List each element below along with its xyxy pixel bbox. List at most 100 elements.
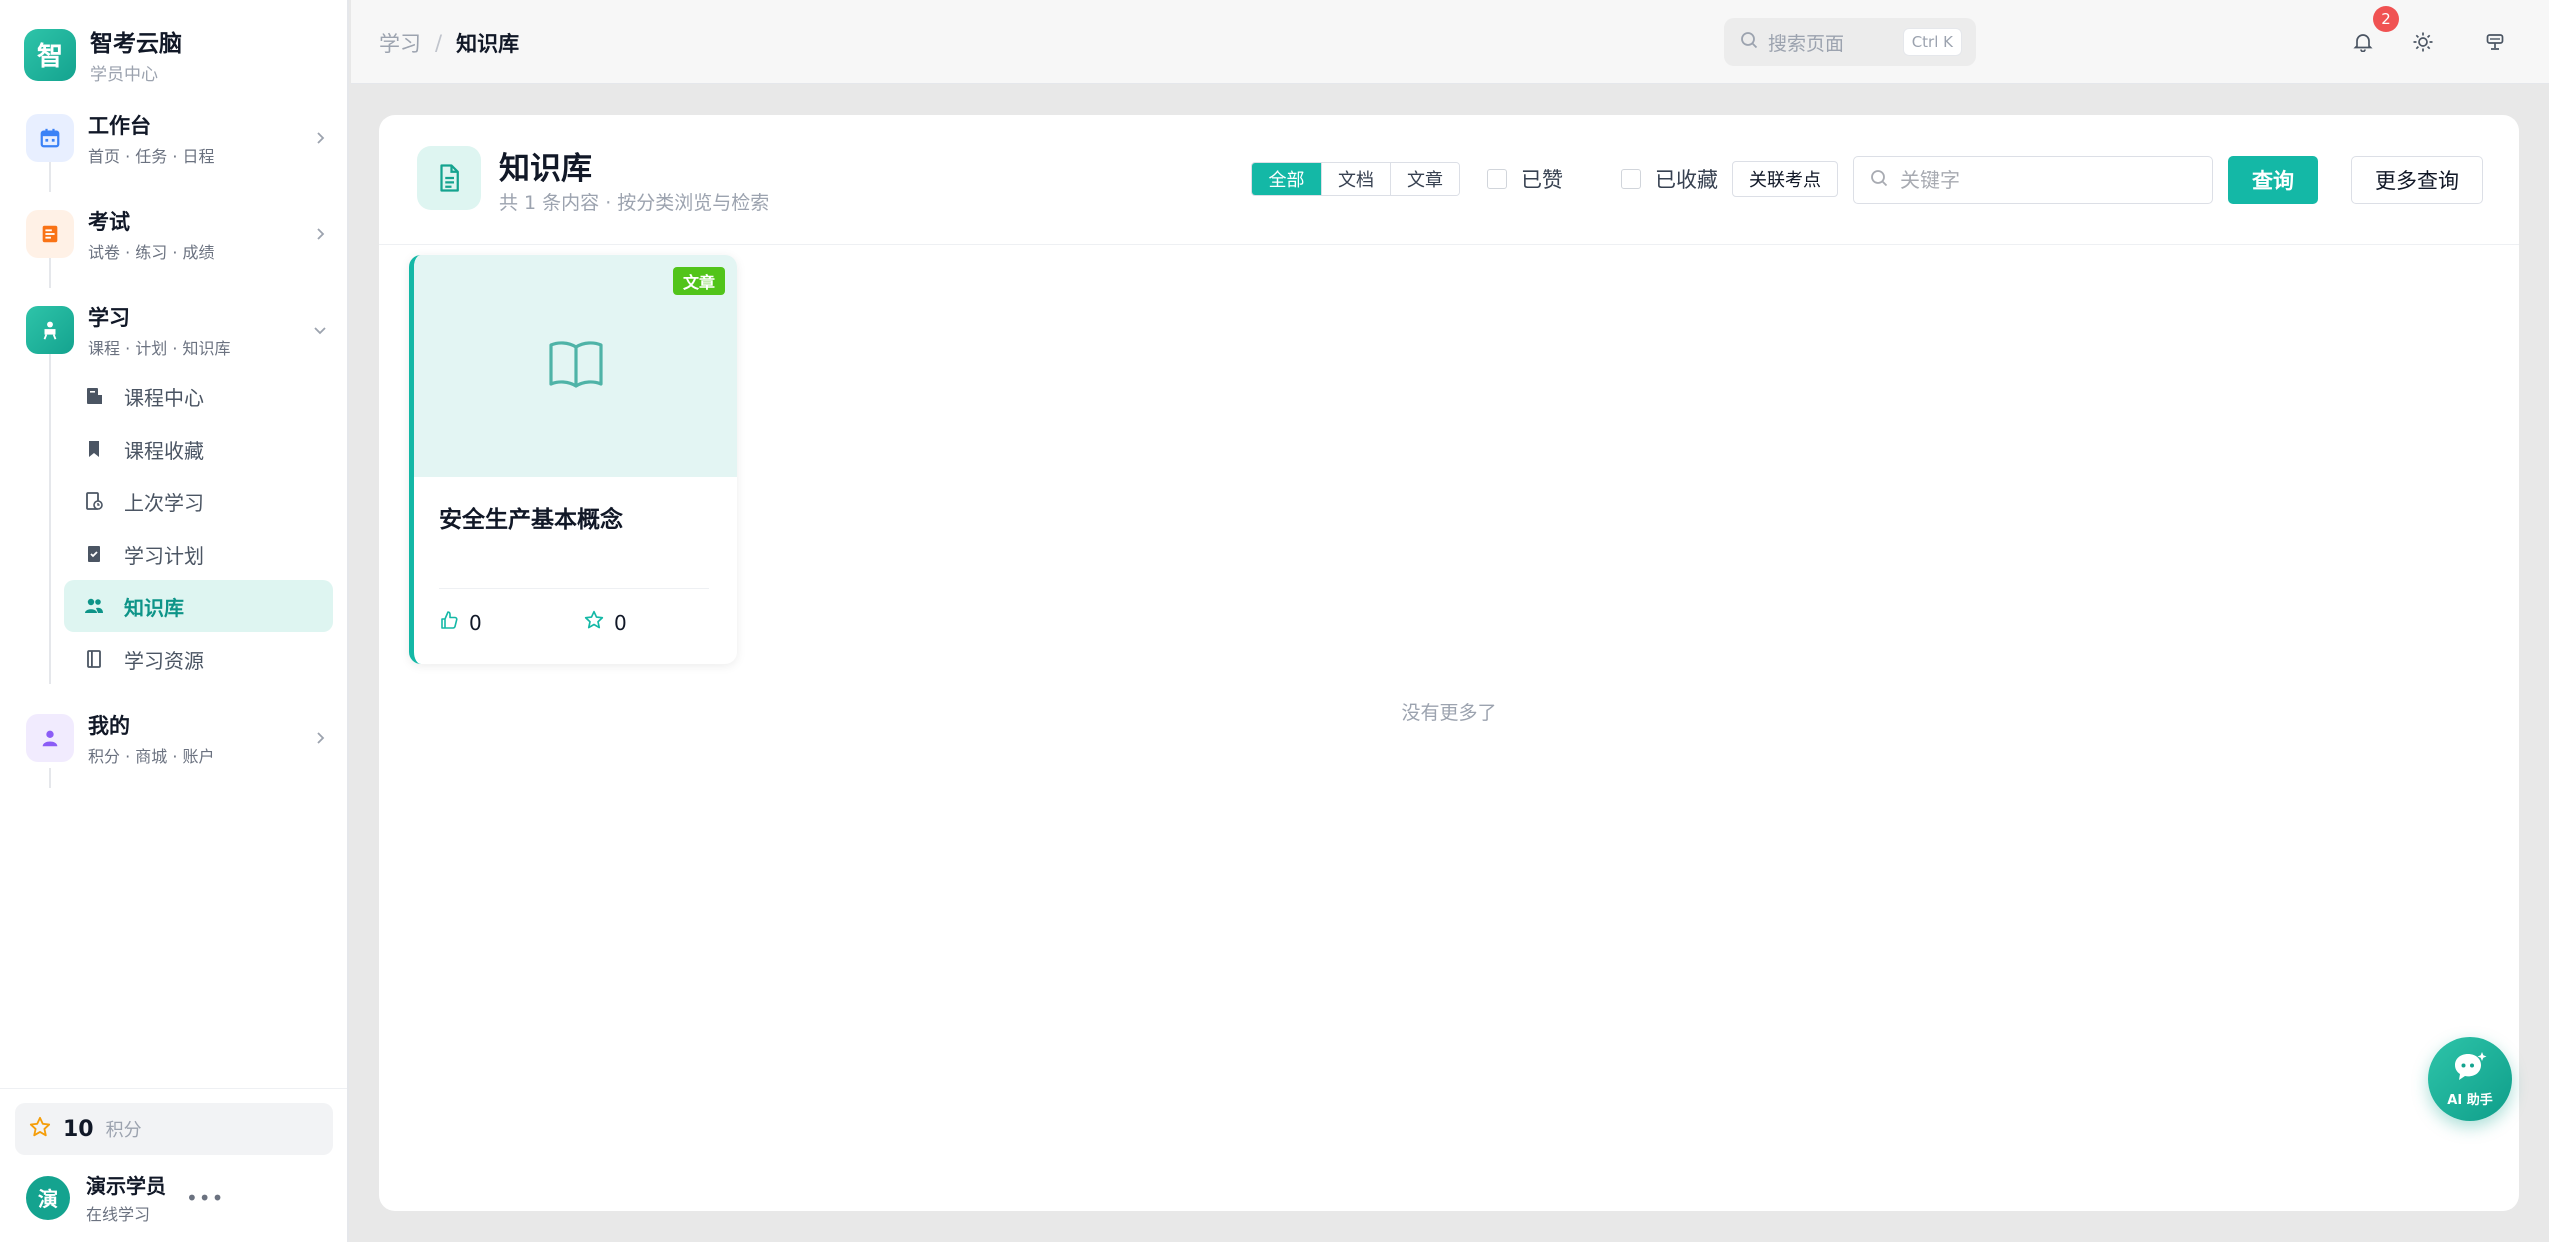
chevron-right-icon: [308, 222, 332, 246]
tree-line: [49, 162, 51, 192]
search-placeholder: 搜索页面: [1768, 32, 1845, 55]
bell-icon[interactable]: [2345, 24, 2381, 60]
page-subtitle: 共 1 条内容 · 按分类浏览与检索: [499, 192, 770, 214]
brand-subtitle: 学员中心: [90, 65, 158, 85]
sun-icon[interactable]: [2405, 24, 2441, 60]
topbar: 学习 / 知识库: [351, 0, 2549, 84]
liked-checkbox[interactable]: 已赞: [1487, 164, 1563, 194]
document-icon: [417, 146, 481, 210]
card-cover: 文章: [414, 255, 737, 477]
user-name: 演示学员: [86, 1174, 166, 1198]
points-unit: 积分: [105, 1120, 142, 1141]
breadcrumb: 学习 / 知识库: [379, 28, 519, 58]
keyword-search[interactable]: [1853, 156, 2213, 204]
thumbs-up-icon: [439, 610, 459, 635]
knowledge-card[interactable]: 文章 安全生产基本概念 0 0: [409, 255, 737, 664]
nav-workbench[interactable]: 工作台 首页 · 任务 · 日程: [26, 108, 332, 168]
checkbox-box[interactable]: [1621, 169, 1641, 189]
notebook-icon: [82, 647, 106, 671]
sidebar-item-study-plan[interactable]: 学习计划: [64, 528, 333, 580]
type-filter: 全部 文档 文章: [1251, 162, 1460, 196]
nav-mine[interactable]: 我的 积分 · 商城 · 账户: [26, 708, 332, 768]
chevron-right-icon: [308, 126, 332, 150]
sidebar-item-label: 上次学习: [124, 490, 204, 515]
nav-study[interactable]: 学习 课程 · 计划 · 知识库: [26, 300, 332, 360]
sidebar-item-study-resources[interactable]: 学习资源: [64, 633, 333, 685]
tree-line: [49, 768, 51, 788]
calendar-icon: [26, 114, 74, 162]
nav-study-title: 学习: [88, 305, 130, 330]
favorited-label: 已收藏: [1655, 168, 1718, 192]
exam-paper-icon: [26, 210, 74, 258]
tree-line: [49, 354, 51, 684]
main-panel: 知识库 共 1 条内容 · 按分类浏览与检索 全部 文档 文章 已赞 已收藏 关…: [379, 115, 2519, 1211]
points-value: 10: [63, 1116, 94, 1142]
query-button[interactable]: 查询: [2228, 156, 2318, 204]
sidebar: 智 智考云脑 学员中心 工作台 首页 · 任务 · 日程 考试 试卷 · 练习 …: [0, 0, 349, 1242]
sidebar-item-label: 知识库: [124, 595, 184, 620]
avatar: 演: [26, 1175, 70, 1220]
customize-icon[interactable]: [2477, 24, 2513, 60]
page-search[interactable]: 搜索页面 Ctrl K: [1724, 18, 1976, 66]
tree-line: [49, 258, 51, 288]
nav-exam-title: 考试: [88, 209, 130, 234]
nav-exam[interactable]: 考试 试卷 · 练习 · 成绩: [26, 204, 332, 264]
open-book-icon: [548, 339, 604, 393]
more-icon[interactable]: •••: [186, 1186, 224, 1210]
nav-mine-title: 我的: [88, 713, 130, 738]
points-box[interactable]: 10 积分: [15, 1103, 333, 1155]
sidebar-item-course-favorites[interactable]: 课程收藏: [64, 423, 333, 475]
bookmark-icon: [82, 437, 106, 461]
sidebar-item-label: 学习资源: [124, 648, 204, 673]
nav-exam-sub: 试卷 · 练习 · 成绩: [88, 242, 215, 262]
star-icon: [29, 1116, 51, 1142]
tab-document[interactable]: 文档: [1321, 163, 1390, 195]
card-title[interactable]: 安全生产基本概念: [439, 500, 623, 534]
checkbox-box[interactable]: [1487, 169, 1507, 189]
page-title: 知识库: [499, 151, 592, 187]
more-query-button[interactable]: 更多查询: [2351, 156, 2483, 204]
ai-assistant-label: AI 助手: [2447, 1092, 2493, 1108]
ai-chat-icon: [2451, 1051, 2489, 1087]
sidebar-item-knowledge-base[interactable]: 知识库: [64, 580, 333, 632]
favorite-count: 0: [614, 610, 627, 635]
tab-article[interactable]: 文章: [1390, 163, 1459, 195]
breadcrumb-separator: /: [435, 31, 443, 55]
course-center-icon: [82, 384, 106, 408]
like-stat[interactable]: 0: [439, 610, 482, 635]
sidebar-item-course-center[interactable]: 课程中心: [64, 370, 333, 422]
nav-study-sub: 课程 · 计划 · 知识库: [88, 338, 231, 358]
tab-all[interactable]: 全部: [1252, 163, 1321, 195]
no-more-text: 没有更多了: [1401, 702, 1497, 724]
brand-logo: 智: [24, 28, 76, 81]
user-icon: [26, 714, 74, 762]
favorite-stat[interactable]: 0: [584, 610, 627, 635]
breadcrumb-parent[interactable]: 学习: [379, 28, 421, 58]
search-icon: [1740, 31, 1758, 53]
sidebar-item-label: 课程收藏: [124, 438, 204, 463]
ai-assistant-button[interactable]: AI 助手: [2428, 1037, 2512, 1121]
user-profile[interactable]: 演 演示学员 在线学习 •••: [26, 1170, 224, 1225]
nav-workbench-sub: 首页 · 任务 · 日程: [88, 146, 215, 166]
liked-label: 已赞: [1521, 168, 1563, 192]
breadcrumb-current: 知识库: [456, 32, 520, 56]
star-icon: [584, 610, 604, 635]
sidebar-item-label: 课程中心: [124, 385, 204, 410]
nav-mine-sub: 积分 · 商城 · 账户: [88, 746, 215, 766]
notification-badge: 2: [2373, 6, 2399, 32]
brand[interactable]: 智 智考云脑 学员中心: [24, 24, 182, 85]
keyword-input[interactable]: [1900, 168, 2200, 192]
nav-workbench-title: 工作台: [88, 113, 151, 138]
sidebar-item-last-study[interactable]: 上次学习: [64, 475, 333, 527]
link-points-button[interactable]: 关联考点: [1732, 161, 1838, 197]
chevron-down-icon: [308, 318, 332, 342]
card-type-tag: 文章: [672, 267, 725, 295]
favorited-checkbox[interactable]: 已收藏: [1621, 164, 1718, 194]
sidebar-item-label: 学习计划: [124, 543, 204, 568]
user-status: 在线学习: [86, 1205, 151, 1224]
header-divider: [379, 244, 2519, 245]
shortcut-hint: Ctrl K: [1902, 28, 1962, 56]
sidebar-divider: [0, 1088, 347, 1089]
search-icon: [1870, 169, 1888, 191]
like-count: 0: [469, 610, 482, 635]
